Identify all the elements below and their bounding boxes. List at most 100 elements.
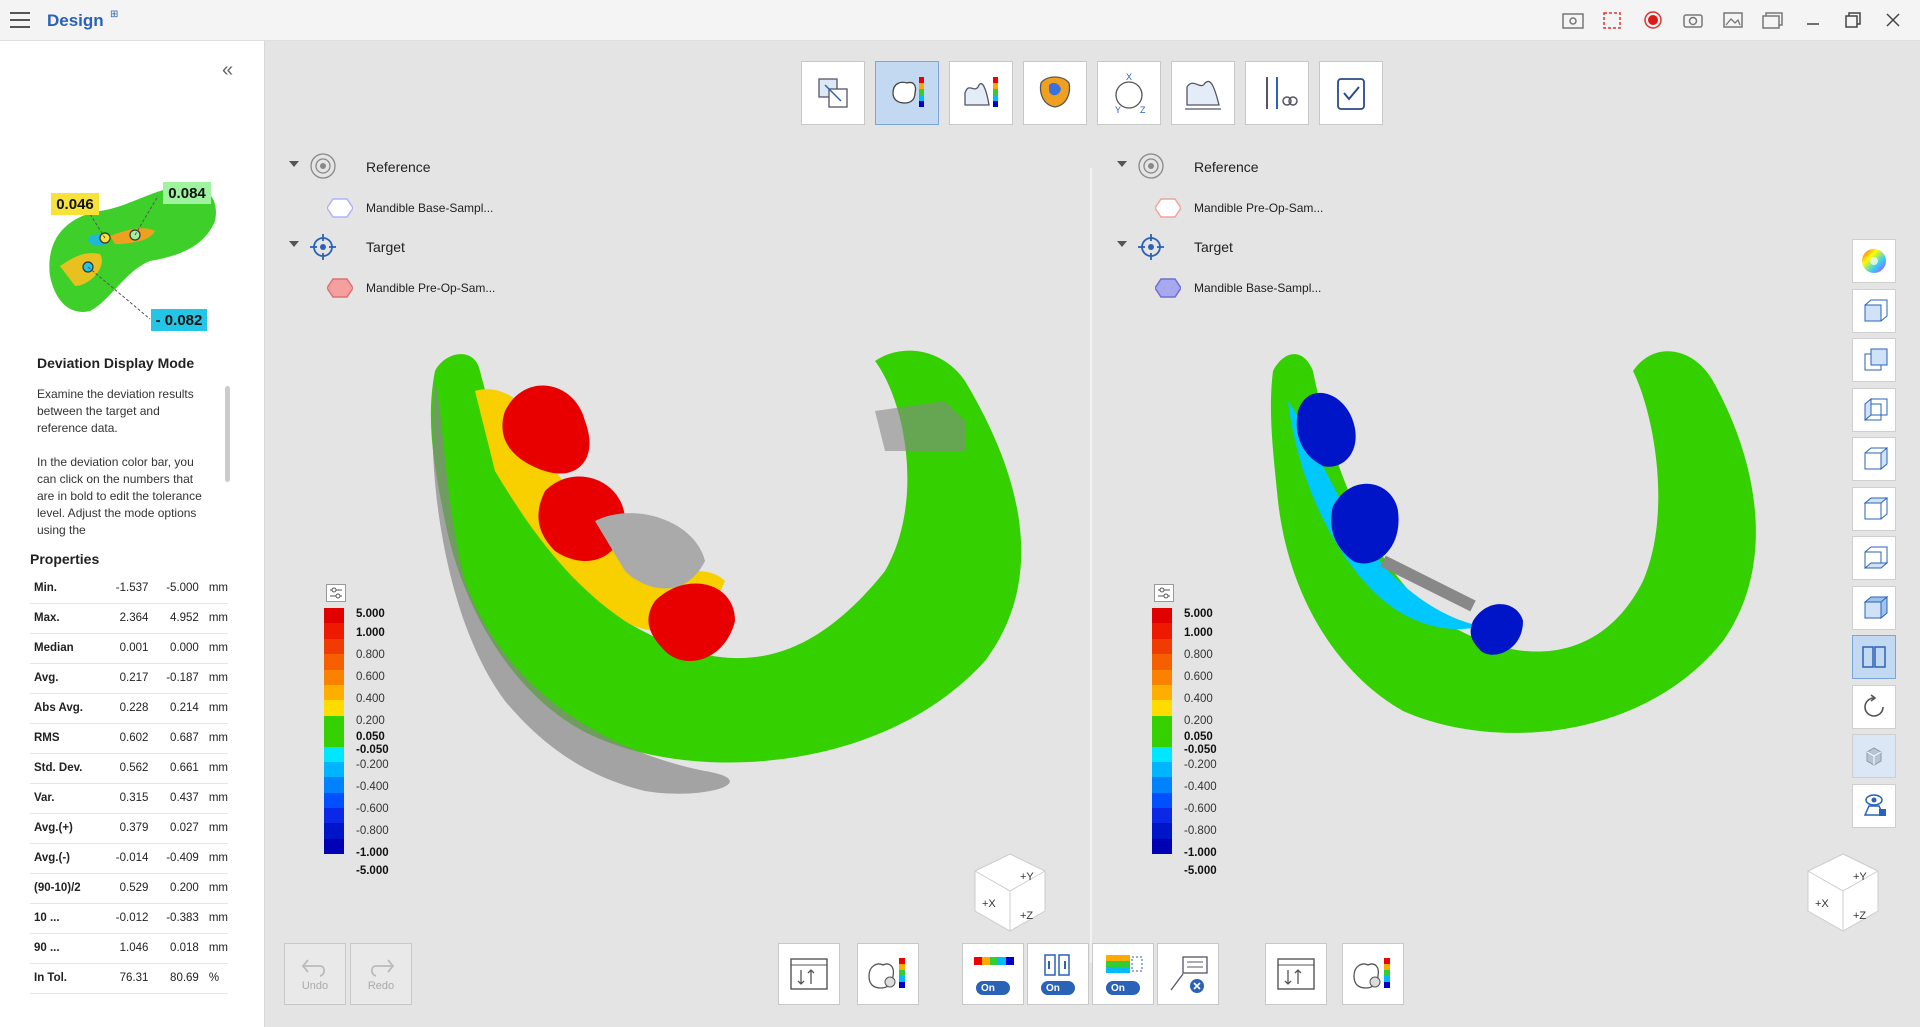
property-value-left: 1.046 bbox=[102, 933, 153, 964]
scale-label: -0.200 bbox=[356, 759, 389, 771]
scale-label[interactable]: 0.050 bbox=[356, 731, 385, 743]
color-bar-segment bbox=[324, 823, 344, 839]
screen-capture-settings-icon[interactable] bbox=[1560, 8, 1586, 32]
scale-label[interactable]: 1.000 bbox=[1184, 627, 1213, 639]
scale-label[interactable]: -5.000 bbox=[356, 865, 389, 877]
redo-button[interactable]: Redo bbox=[350, 943, 412, 1005]
view-left-icon[interactable] bbox=[1852, 387, 1896, 432]
tolerance-bar-toggle[interactable]: On bbox=[1092, 943, 1154, 1005]
gallery-icon[interactable] bbox=[1760, 8, 1786, 32]
deviation-settings-button-right[interactable] bbox=[1342, 943, 1404, 1005]
target-mesh-icon[interactable] bbox=[1154, 277, 1182, 302]
scale-settings-icon[interactable] bbox=[1154, 584, 1174, 602]
right-target-label: Target bbox=[1194, 239, 1233, 255]
property-row: Min. -1.537 -5.000 mm bbox=[30, 573, 228, 604]
target-icon bbox=[1137, 233, 1165, 264]
reference-mesh-icon[interactable] bbox=[1154, 197, 1182, 222]
render-mode-icon[interactable] bbox=[1852, 734, 1896, 778]
navigation-cube[interactable]: +Y +X +Z bbox=[1798, 849, 1888, 939]
scale-label[interactable]: 0.050 bbox=[1184, 731, 1213, 743]
remove-annotation-button[interactable] bbox=[1157, 943, 1219, 1005]
scale-label: 0.600 bbox=[1184, 671, 1213, 683]
scale-label[interactable]: -5.000 bbox=[1184, 865, 1217, 877]
target-mesh-icon[interactable] bbox=[326, 277, 354, 302]
view-top-icon[interactable] bbox=[1852, 486, 1896, 531]
reference-collapse-icon[interactable] bbox=[289, 161, 299, 167]
color-bar-toggle[interactable]: On bbox=[962, 943, 1024, 1005]
right-target-item[interactable]: Mandible Base-Sampl... bbox=[1194, 281, 1321, 295]
left-target-item[interactable]: Mandible Pre-Op-Sam... bbox=[366, 281, 495, 295]
property-row: 10 ... -0.012 -0.383 mm bbox=[30, 903, 228, 934]
color-bar-segment bbox=[324, 684, 344, 701]
record-icon[interactable] bbox=[1640, 8, 1666, 32]
right-3d-model[interactable] bbox=[1243, 321, 1763, 776]
left-reference-label: Reference bbox=[366, 159, 431, 175]
view-back-icon[interactable] bbox=[1852, 338, 1896, 382]
color-bar-segment bbox=[324, 638, 344, 655]
view-iso-icon[interactable] bbox=[1852, 585, 1896, 630]
undo-icon bbox=[301, 959, 326, 977]
target-collapse-icon[interactable] bbox=[289, 241, 299, 247]
title-bar: Design ⊞ bbox=[0, 0, 1920, 41]
description-scrollbar[interactable] bbox=[225, 386, 230, 482]
right-color-scale[interactable]: 5.000 1.000 0.800 0.600 0.400 0.200 0.050 -0.05… bbox=[1150, 584, 1230, 974]
left-reference-item[interactable]: Mandible Base-Sampl... bbox=[366, 201, 493, 215]
record-region-icon[interactable] bbox=[1600, 8, 1626, 32]
occlusion-map-button[interactable] bbox=[1023, 61, 1087, 125]
scale-label[interactable]: 1.000 bbox=[356, 627, 385, 639]
complete-button[interactable] bbox=[1319, 61, 1383, 125]
property-name: Std. Dev. bbox=[30, 753, 102, 784]
left-color-scale[interactable]: 5.000 1.000 0.800 0.600 0.400 0.200 0.050 -0.05… bbox=[322, 584, 402, 974]
swap-data-button[interactable] bbox=[778, 943, 840, 1005]
restore-icon[interactable] bbox=[1840, 8, 1866, 32]
property-row: (90-10)/2 0.529 0.200 mm bbox=[30, 873, 228, 904]
close-icon[interactable] bbox=[1880, 8, 1906, 32]
view-bottom-icon[interactable] bbox=[1852, 536, 1896, 580]
reference-collapse-icon[interactable] bbox=[1117, 161, 1127, 167]
property-unit: mm bbox=[202, 843, 228, 874]
scale-label[interactable]: 5.000 bbox=[1184, 608, 1213, 620]
color-bar-segment bbox=[1152, 638, 1172, 655]
scale-label[interactable]: -1.000 bbox=[356, 847, 389, 859]
property-value-right: 0.437 bbox=[152, 783, 203, 814]
deviation-settings-button[interactable] bbox=[857, 943, 919, 1005]
scale-label[interactable]: -0.050 bbox=[1184, 744, 1217, 756]
image-icon[interactable] bbox=[1720, 8, 1746, 32]
view-toolbar bbox=[1852, 239, 1898, 833]
view-right-icon[interactable] bbox=[1852, 437, 1896, 481]
split-view-icon[interactable] bbox=[1852, 635, 1896, 679]
view-front-icon[interactable] bbox=[1852, 288, 1896, 333]
collapse-sidebar-icon[interactable]: « bbox=[222, 59, 233, 82]
sidebar: « 0.046 0.084 - 0.082 Deviation Display … bbox=[0, 41, 265, 1027]
scale-label[interactable]: -1.000 bbox=[1184, 847, 1217, 859]
minimize-icon[interactable] bbox=[1800, 8, 1826, 32]
left-3d-model[interactable] bbox=[405, 321, 1045, 816]
color-wheel-icon[interactable] bbox=[1852, 239, 1896, 283]
target-collapse-icon[interactable] bbox=[1117, 241, 1127, 247]
cross-section-deviation-button[interactable] bbox=[949, 61, 1013, 125]
color-bar-segment bbox=[1152, 684, 1172, 701]
color-bar-segment bbox=[1152, 715, 1172, 732]
reset-view-icon[interactable] bbox=[1852, 684, 1896, 729]
menu-icon[interactable] bbox=[10, 12, 30, 28]
camera-icon[interactable] bbox=[1680, 8, 1706, 32]
orientation-xyz-button[interactable]: X Y Z bbox=[1097, 61, 1161, 125]
color-bar-icon bbox=[974, 957, 1014, 965]
undo-button[interactable]: Undo bbox=[284, 943, 346, 1005]
navigation-cube[interactable]: +Y +X +Z bbox=[965, 849, 1055, 939]
scale-label[interactable]: 5.000 bbox=[356, 608, 385, 620]
reference-mesh-icon[interactable] bbox=[326, 197, 354, 222]
right-reference-item[interactable]: Mandible Pre-Op-Sam... bbox=[1194, 201, 1323, 215]
property-value-right: -0.187 bbox=[152, 663, 203, 694]
visibility-settings-icon[interactable] bbox=[1852, 783, 1896, 828]
scale-label: -0.600 bbox=[1184, 803, 1217, 815]
compare-view-toggle[interactable]: On bbox=[1027, 943, 1089, 1005]
scale-settings-icon[interactable] bbox=[326, 584, 346, 602]
color-bar-segment bbox=[324, 838, 344, 855]
swap-data-button-right[interactable] bbox=[1265, 943, 1327, 1005]
deviation-display-button[interactable] bbox=[875, 61, 939, 125]
measure-tool-button[interactable] bbox=[1171, 61, 1235, 125]
scale-label[interactable]: -0.050 bbox=[356, 744, 389, 756]
trim-tools-button[interactable] bbox=[1245, 61, 1309, 125]
align-tool-button[interactable] bbox=[801, 61, 865, 125]
